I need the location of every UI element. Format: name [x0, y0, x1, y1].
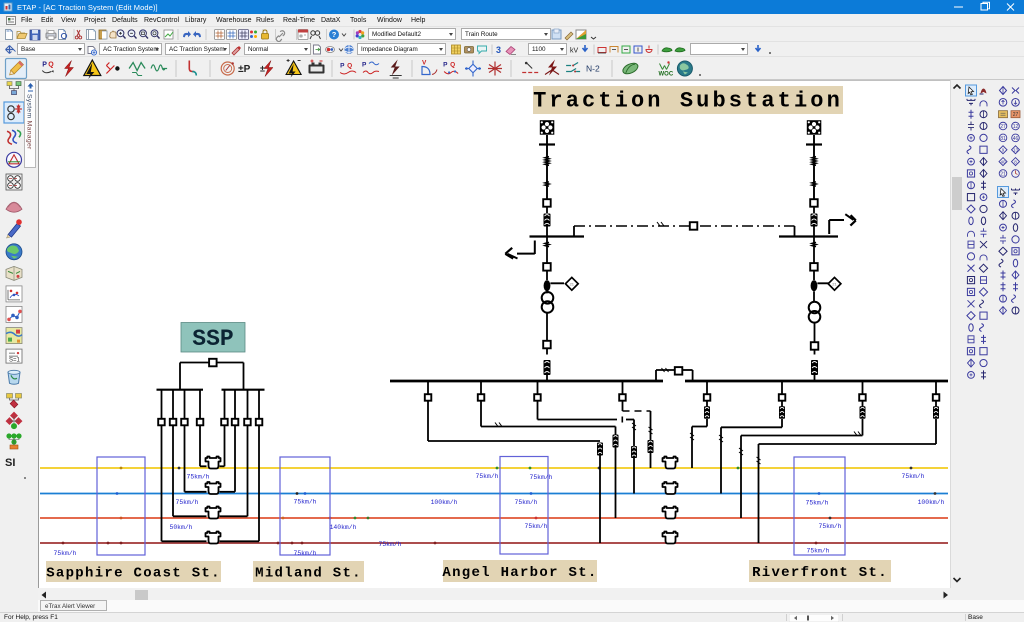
- svg-text:40: 40: [1000, 159, 1006, 164]
- svg-text:50km/h: 50km/h: [169, 524, 192, 531]
- svg-text:81: 81: [1000, 136, 1006, 142]
- svg-text:21: 21: [570, 282, 575, 287]
- svg-text:75km/h: 75km/h: [175, 499, 198, 506]
- svg-text:75km/h: 75km/h: [529, 474, 552, 481]
- svg-text:12: 12: [1013, 124, 1019, 130]
- svg-text:75km/h: 75km/h: [806, 548, 829, 555]
- svg-text:100km/h: 100km/h: [918, 499, 945, 506]
- svg-text:SI: SI: [5, 457, 15, 469]
- svg-text:N-2: N-2: [586, 64, 600, 74]
- svg-text:75km/h: 75km/h: [805, 500, 828, 507]
- svg-text:75km/h: 75km/h: [901, 473, 924, 480]
- svg-text:P: P: [362, 62, 367, 69]
- svg-text:46: 46: [1013, 136, 1019, 142]
- svg-text:75km/h: 75km/h: [524, 523, 547, 530]
- svg-text:75km/h: 75km/h: [186, 474, 209, 481]
- svg-text:75km/h: 75km/h: [293, 550, 316, 557]
- svg-text:140km/h: 140km/h: [330, 524, 357, 531]
- svg-text:9: 9: [1002, 148, 1005, 153]
- svg-text:±P: ±P: [238, 64, 250, 75]
- svg-text:Angel Harbor St.: Angel Harbor St.: [442, 565, 597, 581]
- svg-text:WOC: WOC: [659, 72, 674, 78]
- svg-text:Q: Q: [450, 62, 455, 69]
- svg-text:75km/h: 75km/h: [475, 473, 498, 480]
- svg-text:P: P: [340, 63, 345, 70]
- svg-text:Traction Substation: Traction Substation: [533, 88, 843, 113]
- svg-text:SSP: SSP: [192, 326, 233, 352]
- svg-text:kV: kV: [570, 48, 579, 55]
- svg-text:P: P: [42, 62, 47, 69]
- svg-text:Riverfront St.: Riverfront St.: [752, 565, 888, 581]
- svg-text:100km/h: 100km/h: [431, 499, 458, 506]
- svg-text:75km/h: 75km/h: [53, 550, 76, 557]
- svg-text:?: ?: [332, 30, 337, 39]
- svg-text:V: V: [422, 60, 427, 67]
- svg-text:21: 21: [832, 282, 837, 287]
- svg-text:Midland St.: Midland St.: [255, 565, 362, 581]
- svg-text:75km/h: 75km/h: [293, 499, 316, 506]
- svg-text:27: 27: [1000, 124, 1006, 130]
- svg-text:3: 3: [496, 45, 501, 55]
- svg-text:S=1: S=1: [9, 358, 21, 364]
- svg-text:8: 8: [1014, 159, 1017, 164]
- svg-text:13: 13: [1013, 148, 1019, 153]
- svg-text:75km/h: 75km/h: [514, 499, 537, 506]
- svg-text:21: 21: [1000, 171, 1006, 177]
- svg-text:Q: Q: [48, 62, 54, 69]
- svg-text:75km/h: 75km/h: [378, 541, 401, 548]
- svg-text:Sapphire Coast St.: Sapphire Coast St.: [46, 565, 221, 581]
- svg-text:75km/h: 75km/h: [818, 523, 841, 530]
- svg-text:P: P: [443, 62, 448, 69]
- svg-text:Q: Q: [347, 63, 352, 70]
- svg-text:27: 27: [1013, 112, 1019, 118]
